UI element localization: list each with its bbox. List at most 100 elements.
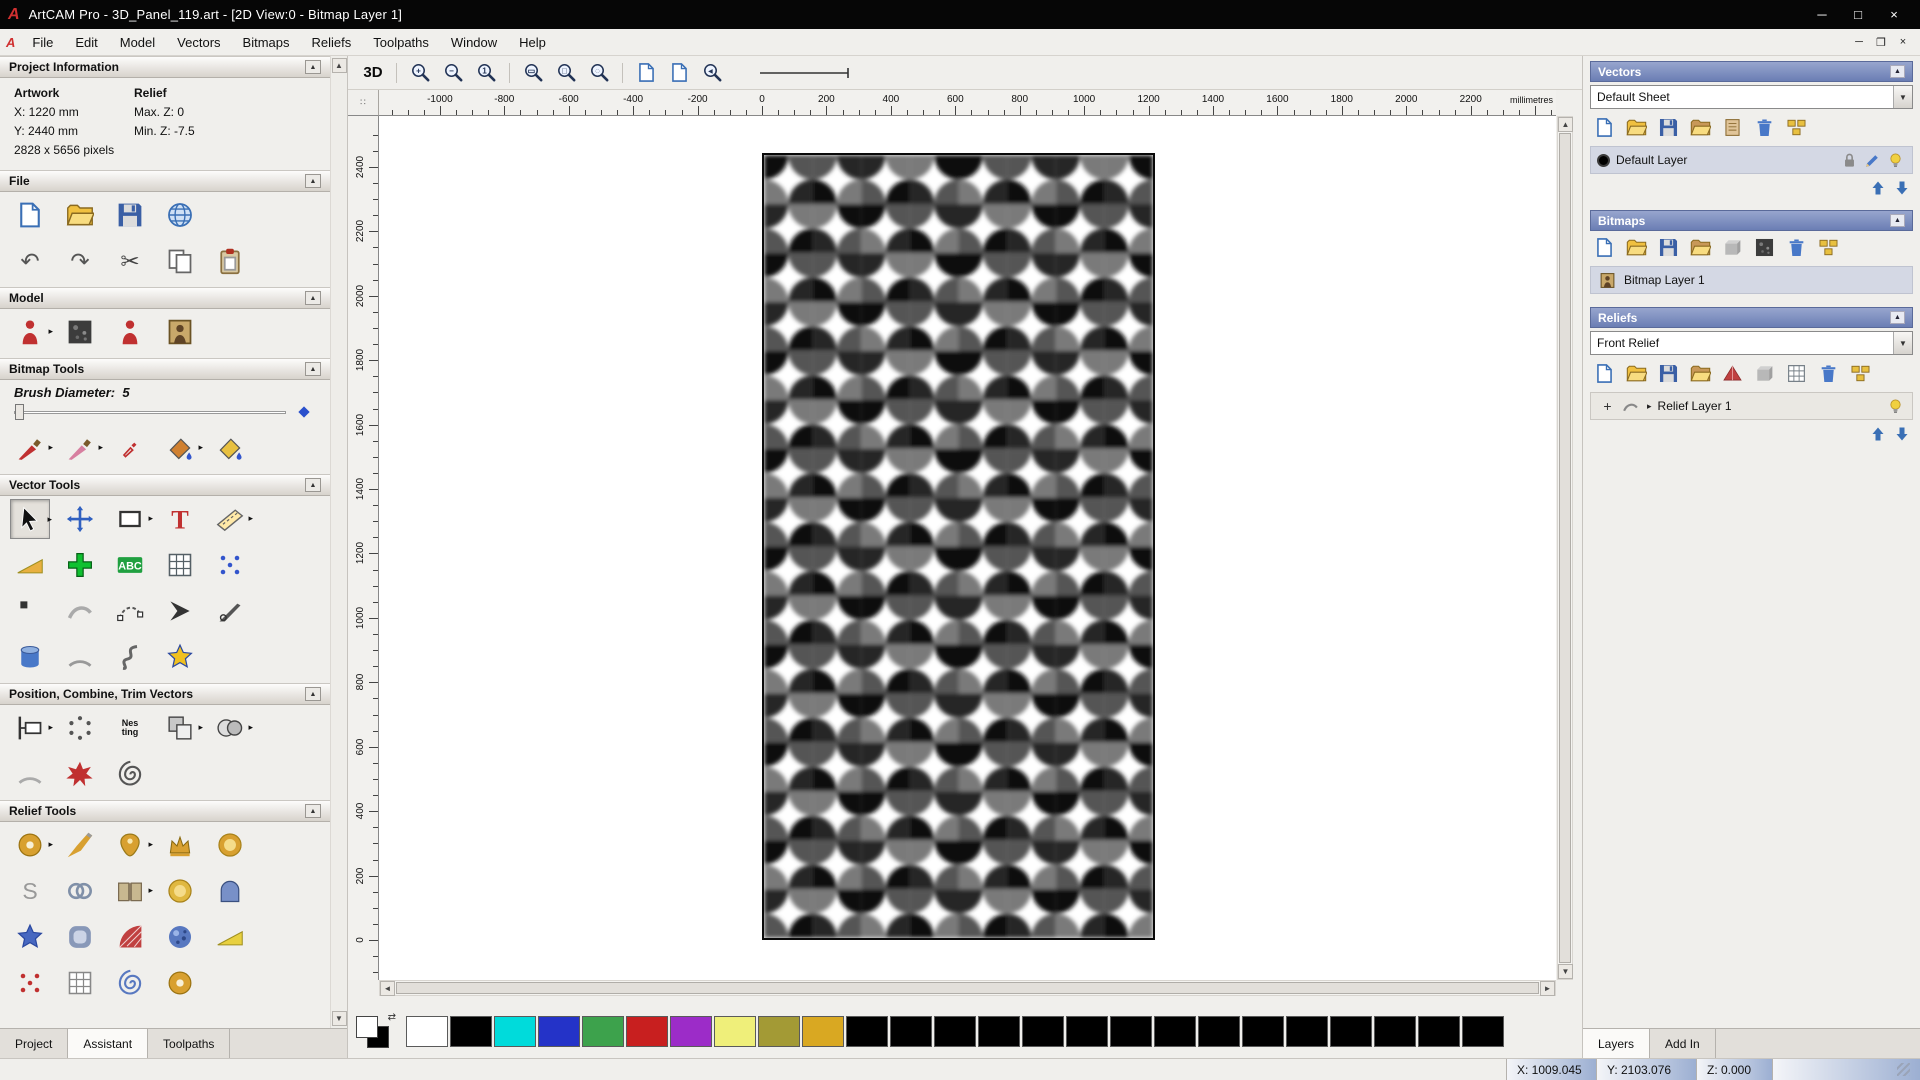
collapse-section-icon[interactable]: ▲	[305, 362, 321, 376]
collapse-section-icon[interactable]: ▲	[305, 291, 321, 305]
flyout-arrow-icon[interactable]: ▸	[148, 839, 153, 850]
import-relief-layer-button[interactable]	[1687, 361, 1714, 386]
tab-assistant[interactable]: Assistant	[68, 1029, 149, 1058]
open-model-button[interactable]	[60, 195, 100, 235]
delete-vector-layer-button[interactable]	[1751, 115, 1778, 140]
palette-swatch-9[interactable]	[802, 1016, 844, 1047]
close-button[interactable]: ×	[1876, 3, 1912, 27]
palette-swatch-22[interactable]	[1374, 1016, 1416, 1047]
copy-button[interactable]	[160, 241, 200, 281]
palette-swatch-12[interactable]	[934, 1016, 976, 1047]
menu-edit[interactable]: Edit	[64, 31, 108, 54]
mdi-restore-button[interactable]: ❐	[1870, 32, 1892, 52]
new-relief-layer-button[interactable]	[1591, 361, 1618, 386]
palette-swatch-18[interactable]	[1198, 1016, 1240, 1047]
weave-relief-tool[interactable]	[60, 871, 100, 911]
fit-arcs-tool[interactable]	[10, 754, 50, 794]
zoom-objects-button[interactable]: □	[551, 59, 581, 86]
save-model-button[interactable]	[110, 195, 150, 235]
create-polyline-tool[interactable]	[160, 591, 200, 631]
create-arc-tool[interactable]	[60, 637, 100, 677]
palette-swatch-6[interactable]	[670, 1016, 712, 1047]
bitmap-layer-row[interactable]: Bitmap Layer 1	[1590, 266, 1913, 294]
flood-fill-tool[interactable]: ▸	[160, 428, 203, 468]
export-model-button[interactable]	[160, 195, 200, 235]
new-vector-layer-button[interactable]	[1591, 115, 1618, 140]
create-star-tool[interactable]	[160, 637, 200, 677]
artwork-panel[interactable]	[762, 153, 1155, 940]
mdi-minimize-button[interactable]: ─	[1848, 32, 1870, 52]
mdi-close-button[interactable]: ×	[1892, 32, 1914, 52]
primary-colour-swatch[interactable]	[356, 1015, 378, 1038]
combine-vectors-tool[interactable]: ▸	[160, 708, 203, 748]
flyout-arrow-icon[interactable]: ▸	[198, 722, 203, 733]
open-vector-layer-button[interactable]	[1623, 115, 1650, 140]
shape-relief-tool[interactable]: ▸	[110, 825, 153, 865]
bitmap-tools-header[interactable]: Bitmap Tools ▲	[0, 358, 330, 380]
dropdown-arrow-icon[interactable]: ▼	[1893, 86, 1912, 108]
snap-grid-tool[interactable]	[160, 545, 200, 585]
edit-vector-layer-icon[interactable]	[1862, 150, 1883, 171]
bucket-fill-tool[interactable]	[210, 428, 250, 468]
emboss-relief-tool[interactable]	[210, 825, 250, 865]
expand-relief-layer-icon[interactable]: ▸	[1647, 401, 1652, 412]
contrast-bitmap-layer-button[interactable]	[1751, 235, 1778, 260]
project-information-header[interactable]: Project Information ▲	[0, 56, 330, 78]
flyout-arrow-icon[interactable]: ▸	[48, 839, 53, 850]
tab-layers[interactable]: Layers	[1583, 1029, 1651, 1058]
measure-tool[interactable]: ▸	[210, 499, 253, 539]
adjust-bitmap-layer-button[interactable]	[1719, 235, 1746, 260]
scatter-relief-tool[interactable]	[10, 963, 50, 1003]
vertical-scroll-thumb[interactable]	[1559, 133, 1571, 963]
texture-relief-wizard[interactable]: ▸	[10, 825, 53, 865]
next-view-button[interactable]	[664, 59, 694, 86]
palette-swatch-1[interactable]	[450, 1016, 492, 1047]
fan-relief-tool[interactable]	[110, 917, 150, 957]
vectors-header[interactable]: Vectors ▲	[1590, 61, 1913, 82]
greyscale-from-model-button[interactable]: ▸	[10, 312, 53, 352]
offset-vectors-tool[interactable]	[10, 545, 50, 585]
flyout-arrow-icon[interactable]: ▸	[148, 885, 153, 896]
flyout-arrow-icon[interactable]: ▸	[98, 442, 103, 453]
select-vectors-tool[interactable]: ▸	[10, 499, 52, 539]
flyout-arrow-icon[interactable]: ▸	[248, 722, 253, 733]
create-cross-tool[interactable]	[60, 545, 100, 585]
redo-button[interactable]: ↷	[60, 241, 100, 281]
zoom-selection-button[interactable]: ◌	[584, 59, 614, 86]
create-point-tool[interactable]	[10, 591, 50, 631]
knife-tool[interactable]	[210, 591, 250, 631]
tab-addin[interactable]: Add In	[1650, 1029, 1716, 1058]
scroll-up-button[interactable]: ▲	[1558, 117, 1573, 132]
palette-swatch-23[interactable]	[1418, 1016, 1460, 1047]
flyout-arrow-icon[interactable]: ▸	[48, 722, 53, 733]
mesh-relief-tool[interactable]	[60, 963, 100, 1003]
menu-window[interactable]: Window	[440, 31, 508, 54]
extrude-tool[interactable]	[10, 637, 50, 677]
previous-view-button[interactable]	[631, 59, 661, 86]
collapse-section-icon[interactable]: ▲	[305, 687, 321, 701]
scroll-up-button[interactable]: ▲	[331, 58, 347, 73]
model-section-header[interactable]: Model ▲	[0, 287, 330, 309]
sculpting-tool[interactable]	[60, 825, 100, 865]
save-vector-layer-button[interactable]	[1655, 115, 1682, 140]
collapse-reliefs-icon[interactable]: ▲	[1890, 311, 1905, 324]
scroll-left-button[interactable]: ◄	[380, 981, 395, 996]
nesting-tool[interactable]: Nes ting	[110, 708, 150, 748]
swirl-relief-tool[interactable]	[110, 963, 150, 1003]
assistant-scrollbar[interactable]: ▲ ▼	[330, 56, 347, 1028]
resize-grip-icon[interactable]	[1897, 1063, 1910, 1076]
file-section-header[interactable]: File ▲	[0, 170, 330, 192]
view-3d-button[interactable]: 3D	[358, 59, 388, 86]
roof-relief-layer-button[interactable]	[1719, 361, 1746, 386]
shape-editor-button[interactable]	[110, 312, 150, 352]
convert-text-to-vectors-tool[interactable]: ABC	[110, 545, 150, 585]
move-vector-layer-up-button[interactable]	[1867, 178, 1888, 197]
move-relief-layer-down-button[interactable]	[1891, 424, 1912, 443]
dropdown-arrow-icon[interactable]: ▼	[1893, 332, 1912, 354]
texture-sphere-tool[interactable]	[160, 917, 200, 957]
flyout-arrow-icon[interactable]: ▸	[148, 513, 153, 524]
palette-swatch-0[interactable]	[406, 1016, 448, 1047]
flyout-arrow-icon[interactable]: ▸	[248, 513, 253, 524]
flyout-arrow-icon[interactable]: ▸	[47, 514, 52, 525]
minimize-button[interactable]: ─	[1804, 3, 1840, 27]
